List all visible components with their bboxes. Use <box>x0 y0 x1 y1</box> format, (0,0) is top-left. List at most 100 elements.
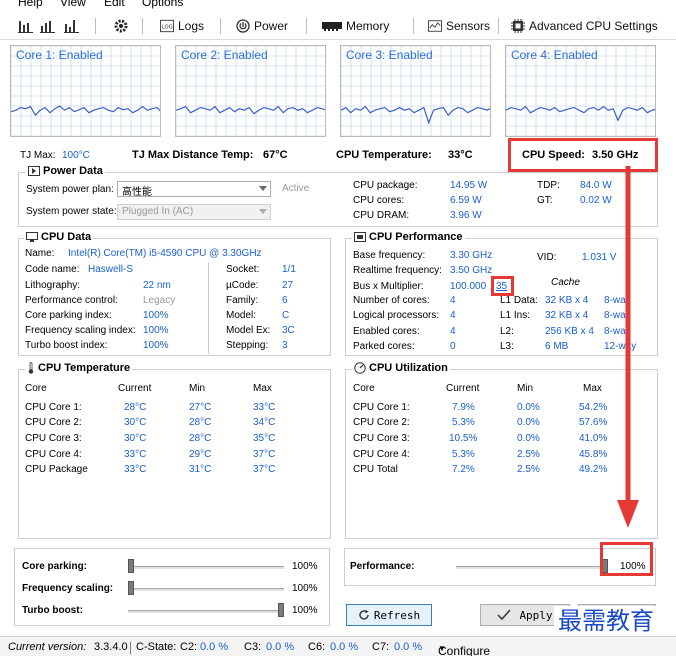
cpu-cores-power-label: CPU cores: <box>353 195 405 206</box>
menu-help[interactable]: Help <box>18 0 43 9</box>
bar-chart-icon <box>40 21 55 33</box>
graph-load-line <box>341 105 490 125</box>
logs-label: Logs <box>178 19 205 33</box>
parked-cores-label: Parked cores: <box>353 341 415 352</box>
tdp-value: 84.0 W <box>580 180 612 191</box>
bus-multiplier-label: Bus x Multiplier: <box>353 281 424 292</box>
temp-row-min: 29°C <box>189 449 212 460</box>
version-value: 3.3.4.0 <box>94 641 128 653</box>
temp-row-min: 28°C <box>189 433 212 444</box>
power-button[interactable]: Power <box>236 16 288 36</box>
core-parking-label: Core parking: <box>22 561 88 572</box>
vid-value: 1.031 V <box>582 252 617 263</box>
temp-row-core-label: CPU Core 3: <box>25 433 82 444</box>
power-state-select[interactable]: Plugged In (AC) <box>117 204 271 220</box>
lithography-label: Lithography: <box>25 280 81 291</box>
menu-view[interactable]: View <box>60 0 86 9</box>
cpu-dram-label: CPU DRAM: <box>353 210 410 221</box>
temp-header-current: Current <box>118 383 152 394</box>
core-4-graph-label: Core 4: Enabled <box>511 48 598 62</box>
util-header-min: Min <box>517 383 534 394</box>
power-icon <box>236 19 250 33</box>
frequency-scaling-value: 100% <box>292 583 318 594</box>
multiplier-value: 35 <box>496 281 508 292</box>
toolbar-separator <box>498 18 499 34</box>
cpu-data-title-text: CPU Data <box>41 231 92 243</box>
settings-button[interactable] <box>113 16 129 36</box>
cpu-chip-icon <box>511 19 525 33</box>
util-row-min: 0.0% <box>517 402 540 413</box>
power-plan-select[interactable]: 高性能 <box>117 181 271 198</box>
model-ex-label: Model Ex: <box>226 325 271 336</box>
menu-edit[interactable]: Edit <box>104 0 125 9</box>
advanced-label: Advanced CPU Settings <box>529 19 658 33</box>
core-1-graph: Core 1: Enabled <box>10 45 161 137</box>
refresh-label: Refresh <box>373 608 421 622</box>
refresh-button[interactable]: Refresh <box>346 604 432 626</box>
core-parking-index-value: 100% <box>143 310 169 321</box>
realtime-frequency-label: Realtime frequency: <box>353 265 442 276</box>
cpu-package-label: CPU package: <box>353 180 418 191</box>
annotation-arrow <box>617 166 639 528</box>
frequency-scaling-slider-track[interactable] <box>128 588 284 591</box>
util-row-min: 2.5% <box>517 449 540 460</box>
turbo-boost-slider-thumb[interactable] <box>278 603 284 617</box>
c6-label: C6: <box>308 641 326 653</box>
temp-header-max: Max <box>253 383 272 394</box>
status-bar: Current version: 3.3.4.0 C-State: C2: 0.… <box>0 636 676 656</box>
toolbar-separator <box>95 18 96 34</box>
c3-value: 0.0 % <box>266 641 295 653</box>
util-row-core-label: CPU Core 1: <box>353 402 410 413</box>
menu-options[interactable]: Options <box>142 0 183 9</box>
logs-button[interactable]: LOG Logs <box>160 16 204 36</box>
cpu-name-value: Intel(R) Core(TM) i5-4590 CPU @ 3.30GHz <box>68 248 262 259</box>
socket-value: 1/1 <box>282 264 296 275</box>
ucode-label: µCode: <box>226 280 259 291</box>
temp-row-current: 33°C <box>124 464 147 475</box>
temp-row-core-label: CPU Core 2: <box>25 417 82 428</box>
bus-speed-value: 100.000 <box>450 281 487 292</box>
l1-ins-label: L1 Ins: <box>500 310 531 321</box>
frequency-scaling-slider-thumb[interactable] <box>128 581 134 595</box>
monitor-icon <box>26 232 38 242</box>
performance-slider-track[interactable] <box>456 566 608 569</box>
advanced-cpu-settings-button[interactable]: Advanced CPU Settings <box>511 16 658 36</box>
performance-control-value: Legacy <box>143 295 176 306</box>
temp-row-max: 33°C <box>253 402 276 413</box>
turbo-boost-slider-track[interactable] <box>128 610 284 613</box>
cstate-label: C-State: <box>136 641 177 653</box>
temp-row-current: 33°C <box>124 449 147 460</box>
bar-chart-2-button[interactable] <box>40 16 56 36</box>
status-separator <box>130 642 131 654</box>
util-row-max: 57.6% <box>579 417 608 428</box>
util-row-core-label: CPU Total <box>353 464 398 475</box>
temp-row-current: 30°C <box>124 433 147 444</box>
cpu-temperature-value: 33°C <box>448 149 473 161</box>
sensors-label: Sensors <box>446 19 491 33</box>
cpu-data-divider <box>208 262 209 354</box>
bar-chart-3-button[interactable] <box>64 16 80 36</box>
cpu-temperature-title-text: CPU Temperature <box>38 362 131 374</box>
util-header-current: Current <box>446 383 480 394</box>
core-parking-slider-track[interactable] <box>128 566 284 569</box>
enabled-cores-value: 4 <box>450 326 456 337</box>
power-plan-label: System power plan: <box>26 184 114 195</box>
bar-chart-1-button[interactable] <box>18 16 34 36</box>
chevron-down-icon: ▼ <box>438 644 446 653</box>
power-data-group <box>18 172 658 227</box>
core-parking-slider-thumb[interactable] <box>128 559 134 573</box>
memory-button[interactable]: Memory <box>322 16 389 36</box>
core-1-graph-label: Core 1: Enabled <box>16 48 103 62</box>
power-label: Power <box>254 19 289 33</box>
sensors-button[interactable]: Sensors <box>428 16 490 36</box>
cpu-performance-title-text: CPU Performance <box>369 231 463 243</box>
util-row-core-label: CPU Core 2: <box>353 417 410 428</box>
gauge-icon <box>354 362 366 374</box>
menu-bar: Help View Edit Options <box>0 0 676 10</box>
power-data-title-text: Power Data <box>43 165 103 177</box>
temp-header-min: Min <box>189 383 206 394</box>
tj-distance-label: TJ Max Distance Temp: <box>132 149 254 161</box>
core-parking-value: 100% <box>292 561 318 572</box>
codename-label: Code name: <box>25 264 80 275</box>
thermometer-icon <box>28 362 34 374</box>
